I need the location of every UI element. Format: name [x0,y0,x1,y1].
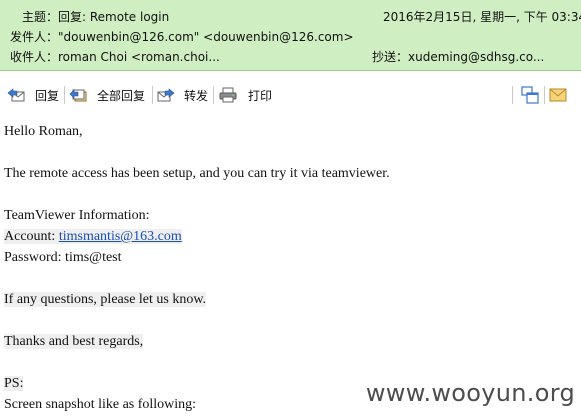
from-value[interactable]: "douwenbin@126.com" <douwenbin@126.com> [58,30,354,44]
thanks-text: Thanks and best regards, [4,334,144,349]
new-window-button[interactable] [521,85,539,105]
date-value: 2016年2月15日, 星期一, 下午 03:34 [383,10,581,24]
thanks-line: Thanks and best regards, [4,334,144,350]
account-label: Account: [4,229,59,244]
toolbar-divider [213,86,214,104]
to-value[interactable]: roman Choi <roman.choi... [58,50,220,64]
forward-label: 转发 [184,88,209,103]
envelope-icon [549,86,567,104]
forward-icon [157,86,175,104]
watermark: www.wooyun.org [365,379,575,407]
account-line: Account: timsmantis@163.com [4,229,182,245]
print-button[interactable]: 打印 [219,85,272,105]
new-window-icon [521,86,539,104]
from-row: 发件人："douwenbin@126.com" <douwenbin@126.c… [10,28,354,45]
cc-row: 抄送：xudeming@sdhsg.co... [372,48,544,65]
ps-text: PS: [4,376,24,391]
toolbar-divider [544,86,545,104]
toolbar-divider [512,86,513,104]
subject-label: 主题： [22,10,59,24]
forward-button[interactable]: 转发 [157,85,208,105]
mail-button[interactable] [549,85,567,105]
snapshot-line: Screen snapshot like as following: [4,397,197,412]
subject-value: 回复: Remote login [58,10,170,24]
toolbar-divider [64,86,65,104]
to-label: 收件人： [10,50,59,64]
message-header: 主题：回复: Remote login 2016年2月15日, 星期一, 下午 … [0,0,581,71]
from-label: 发件人： [10,30,59,44]
info-heading: TeamViewer Information: [4,208,150,223]
reply-label: 回复 [35,88,60,103]
message-toolbar: 回复 全部回复 转发 打印 [0,80,581,110]
ps-line: PS: [4,376,24,392]
reply-button[interactable]: 回复 [7,85,59,105]
subject-row: 主题：回复: Remote login [22,8,169,25]
greeting-line: Hello Roman, [4,124,83,139]
reply-all-button[interactable]: 全部回复 [69,85,145,105]
print-label: 打印 [248,88,273,103]
questions-line: If any questions, please let us know. [4,292,207,308]
reply-icon [7,86,25,104]
reply-all-label: 全部回复 [97,88,146,103]
reply-all-icon [69,86,87,104]
password-line: Password: tims@test [4,250,122,265]
to-row: 收件人：roman Choi <roman.choi... [10,48,220,65]
setup-line: The remote access has been setup, and yo… [4,166,390,181]
printer-icon [219,86,237,104]
cc-value[interactable]: xudeming@sdhsg.co... [408,50,544,64]
account-email-link[interactable]: timsmantis@163.com [58,229,182,244]
questions-text: If any questions, please let us know. [4,292,207,307]
cc-label: 抄送： [372,50,409,64]
toolbar-divider [152,86,153,104]
